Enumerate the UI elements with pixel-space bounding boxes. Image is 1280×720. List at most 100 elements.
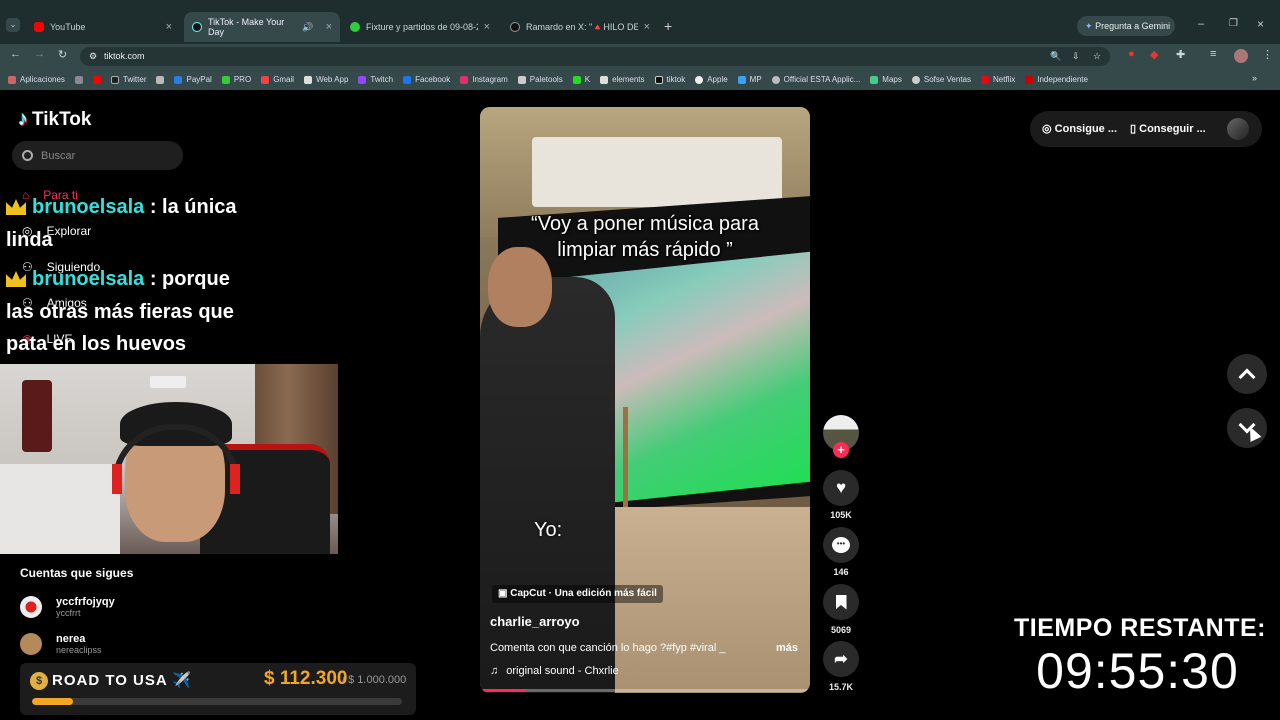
road-label: ROAD TO USA ✈️ <box>52 672 193 689</box>
save-button[interactable] <box>823 584 859 620</box>
more-bookmarks-icon[interactable]: » <box>1252 73 1257 83</box>
extensions-puzzle-icon[interactable]: ✚ <box>1176 48 1185 61</box>
tiktok-icon <box>654 75 663 84</box>
tab-tiktok[interactable]: TikTok - Make Your Day 🔊 × <box>184 12 340 42</box>
chat-username: brunoelsala <box>32 268 145 290</box>
close-window-icon[interactable]: × <box>1257 17 1264 31</box>
share-button[interactable]: ➦ <box>823 641 859 677</box>
bookmark-item[interactable]: PayPal <box>174 75 212 84</box>
speaker-icon[interactable]: 🔊 <box>302 22 313 33</box>
bookmark-item[interactable]: tiktok <box>654 75 685 84</box>
browser-toolbar: ← → ↻ ⚙ tiktok.com 🔍 ⇩ ☆ ● ◆ ✚ ≡ ⋮ <box>0 44 1280 69</box>
bookmark-item[interactable]: MP <box>737 75 762 84</box>
bookmark-item[interactable]: Official ESTA Applic... <box>771 75 860 84</box>
mp-icon <box>737 75 746 84</box>
capcut-icon: ▣ <box>498 588 508 599</box>
menu-icon[interactable]: ⋮ <box>1262 48 1273 61</box>
close-tab-icon[interactable]: × <box>644 21 650 33</box>
minimize-icon[interactable]: – <box>1198 18 1204 30</box>
site-info-icon[interactable]: ⚙ <box>89 47 97 66</box>
bookmark-icon <box>835 594 847 610</box>
following-account[interactable]: yccfrfojyqy yccfrrt <box>20 596 115 618</box>
elements-icon <box>600 75 609 84</box>
more-button[interactable]: más <box>776 642 798 654</box>
bookmark-item[interactable]: PRO <box>221 75 251 84</box>
bookmark-item[interactable]: Aplicaciones <box>8 75 65 84</box>
avatar <box>20 596 42 618</box>
extension-pin-icon[interactable]: ◆ <box>1150 48 1158 61</box>
get-coins-button[interactable]: ◎ Consigue ... <box>1042 122 1117 135</box>
sound-label: original sound - Chxrlie <box>506 665 619 677</box>
close-tab-icon[interactable]: × <box>326 21 332 33</box>
bookmark-item[interactable]: Maps <box>870 75 902 84</box>
bookmark-item[interactable]: Instagram <box>460 75 508 84</box>
bookmark-label: MP <box>749 75 762 84</box>
bookmark-item[interactable]: Paletools <box>517 75 563 84</box>
bookmark-item[interactable]: Facebook <box>403 75 450 84</box>
video-author[interactable]: charlie_arroyo <box>490 614 580 629</box>
gemini-button[interactable]: ✦ Pregunta a Gemini <box>1077 16 1175 36</box>
previous-video-button[interactable] <box>1227 354 1267 394</box>
zoom-icon[interactable]: 🔍 <box>1050 47 1061 66</box>
bookmark-label: Netflix <box>993 75 1016 84</box>
apple-icon <box>695 75 704 84</box>
bookmark-item[interactable]: Twitch <box>358 75 393 84</box>
bookmark-label: Paletools <box>529 75 563 84</box>
extension-red-icon[interactable]: ● <box>1128 48 1135 60</box>
tab-title: YouTube <box>50 22 86 32</box>
bookmark-item[interactable]: Gmail <box>261 75 294 84</box>
following-account[interactable]: nerea nereaclipss <box>20 633 102 655</box>
video-progress-track[interactable] <box>480 689 810 692</box>
k-icon <box>572 75 581 84</box>
close-tab-icon[interactable]: × <box>166 21 172 33</box>
bookmark-item[interactable] <box>74 75 83 84</box>
new-tab-button[interactable]: + <box>664 18 672 34</box>
tab-title: Fixture y partidos de 09-08-20: <box>366 22 478 32</box>
tab-youtube[interactable]: YouTube × <box>26 12 180 42</box>
bookmark-item[interactable]: elements <box>600 75 645 84</box>
jersey <box>22 380 52 452</box>
video-caption-yo: Yo: <box>534 519 563 541</box>
forward-icon[interactable]: → <box>34 48 45 60</box>
capcut-badge[interactable]: ▣ CapCut · Una edición más fácil <box>492 585 663 603</box>
bookmark-item[interactable]: Apple <box>695 75 728 84</box>
bed <box>0 464 120 554</box>
bookmark-item[interactable]: Sofse Ventas <box>911 75 971 84</box>
bookmark-item[interactable]: Web App <box>304 75 348 84</box>
address-bar[interactable]: ⚙ tiktok.com 🔍 ⇩ ☆ <box>80 47 1110 66</box>
account-name: nerea <box>56 633 86 645</box>
bookmark-item[interactable]: Netflix <box>981 75 1015 84</box>
tab-fixture[interactable]: Fixture y partidos de 09-08-20: × <box>342 12 498 42</box>
account-text: yccfrfojyqy yccfrrt <box>56 596 115 618</box>
reload-icon[interactable]: ↻ <box>58 48 67 61</box>
tiktok-logo[interactable]: ♪ TikTok <box>18 108 91 131</box>
sound-row[interactable]: ♫ original sound - Chxrlie <box>490 665 619 677</box>
follow-plus-icon[interactable]: + <box>833 442 849 458</box>
bookmark-item[interactable]: Twitter <box>110 75 146 84</box>
comment-button[interactable]: ••• <box>823 527 859 563</box>
chat-message: brunoelsala : la única <box>6 191 237 223</box>
install-icon[interactable]: ⇩ <box>1072 47 1080 66</box>
tab-x-ramardo[interactable]: Ramardo en X: "🔺HILO DEFINI × <box>502 12 658 42</box>
bookmark-star-icon[interactable]: ☆ <box>1093 47 1101 66</box>
user-avatar[interactable] <box>1227 118 1249 140</box>
like-button[interactable]: ♥ <box>823 470 859 506</box>
profile-avatar[interactable] <box>1234 49 1248 63</box>
back-icon[interactable]: ← <box>10 48 21 60</box>
tab-list-button[interactable]: ⌄ <box>6 18 20 32</box>
bookmark-label: Gmail <box>273 75 295 84</box>
chat-message-cont: pata en los huevos <box>6 333 187 355</box>
bookmark-item[interactable]: K <box>572 75 590 84</box>
media-control-icon[interactable]: ≡ <box>1210 48 1216 60</box>
restore-icon[interactable]: ❐ <box>1229 18 1238 29</box>
chat-text: : la única <box>149 196 237 218</box>
video-caption-top: “Voy a poner música para limpiar más ráp… <box>480 211 810 263</box>
video-player[interactable]: “Voy a poner música para limpiar más ráp… <box>480 107 810 693</box>
get-app-button[interactable]: ▯ Conseguir ... <box>1130 122 1206 135</box>
close-tab-icon[interactable]: × <box>484 21 490 33</box>
bookmark-item[interactable] <box>92 75 101 84</box>
bookmark-item[interactable] <box>156 75 165 84</box>
facebook-icon <box>403 75 412 84</box>
bookmark-item[interactable]: Independiente <box>1025 75 1088 84</box>
search-bar[interactable]: Buscar <box>12 141 183 170</box>
